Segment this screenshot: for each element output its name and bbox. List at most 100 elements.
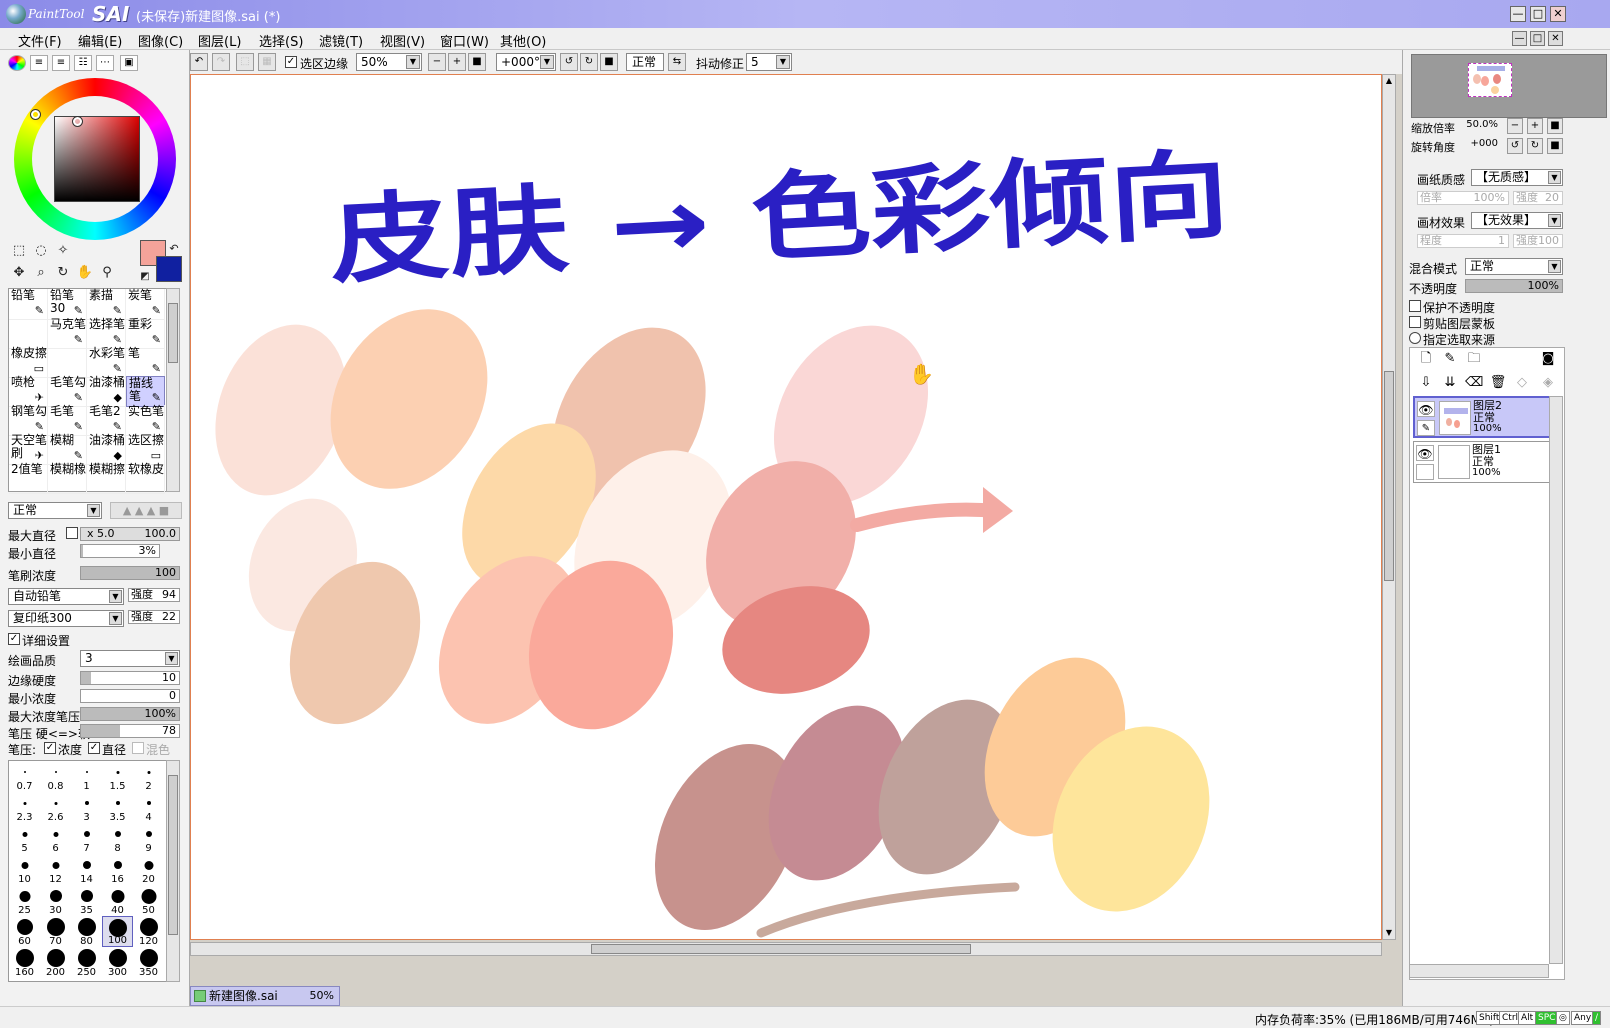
brush-size-preset[interactable]: 20 [133,854,164,885]
brush-slot[interactable]: 橡皮擦 ▭ [9,347,48,378]
undo-icon[interactable]: ↶ [190,53,208,71]
brush-slot[interactable]: 软橡皮 [126,463,165,494]
menu-image[interactable]: 图像(C) [138,31,183,50]
stabilizer-select[interactable]: 5 ▼ [746,53,792,71]
brush-size-preset[interactable]: 350 [133,947,164,978]
texture-strength-slider[interactable]: 强度 22 [128,610,180,624]
rotate-left-icon[interactable]: ↺ [560,53,578,71]
transfer-down-icon[interactable]: ⇩ [1417,374,1435,392]
minimize-button[interactable]: — [1510,6,1526,22]
quality-select[interactable]: 3 ▼ [80,650,180,667]
brush-size-preset[interactable]: 7 [71,823,102,854]
brush-slot[interactable]: 铅笔 ✎ [9,289,48,320]
invert-select-icon[interactable]: ▦ [258,53,276,71]
brush-size-preset[interactable]: 200 [40,947,71,978]
selection-edge-checkbox[interactable]: ✓ [285,56,297,68]
flip-horizontal-icon[interactable]: ⇆ [668,53,686,71]
canvas-vertical-scrollbar[interactable]: ▲ ▼ [1382,74,1396,940]
rgb-slider-tab-icon[interactable]: ≡ [30,55,48,71]
paper-scale-slider[interactable]: 倍率 100% [1417,191,1509,205]
paper-strength-slider[interactable]: 强度 20 [1513,191,1563,205]
move-icon[interactable]: ✥ [10,264,28,282]
nav-rotate-left-icon[interactable]: ↺ [1507,138,1523,154]
brush-slot[interactable]: 描线笔 ✎ [126,376,165,407]
scroll-up-icon[interactable]: ▲ [1384,76,1394,86]
zoom-select[interactable]: 50% ▼ [356,53,422,71]
view-mode-button[interactable]: 正常 [626,53,664,71]
size-grid-scrollbar[interactable] [166,760,180,982]
brush-size-preset[interactable]: 300 [102,947,133,978]
brush-size-preset[interactable]: 80 [71,916,102,947]
scratchpad-tab-icon[interactable]: ⋯ [96,55,114,71]
brush-size-preset[interactable]: 70 [40,916,71,947]
zoom-icon[interactable]: ⌕ [32,264,50,282]
nav-zoom-in-icon[interactable]: + [1527,118,1543,134]
brush-size-preset[interactable]: 14 [71,854,102,885]
nav-zoom-reset-icon[interactable]: ■ [1547,118,1563,134]
layer-list-hscroll[interactable] [1409,964,1549,978]
nav-rotate-reset-icon[interactable]: ■ [1547,138,1563,154]
brush-slot[interactable]: 模糊橡 [48,463,87,494]
brush-lock-icon[interactable]: ✎ [1417,420,1435,436]
pressure-size-checkbox[interactable]: ✓ [88,742,100,754]
brush-shape-presets[interactable]: ▲ ▲ ▲ ■ [110,502,182,519]
brush-blend-mode-select[interactable]: 正常 ▼ [8,502,102,519]
user-color-tab-icon[interactable]: ▣ [120,55,138,71]
menu-edit[interactable]: 编辑(E) [78,31,122,50]
max-size-slider[interactable]: x 5.0 100.0 [80,527,180,541]
mdi-minimize-button[interactable]: — [1512,31,1527,46]
clear-layer-icon[interactable]: ⌫ [1465,374,1483,392]
selection-source-radio[interactable] [1409,332,1421,344]
preserve-opacity-checkbox[interactable] [1409,300,1421,312]
layer-blend-select[interactable]: 正常 ▼ [1465,258,1563,275]
brush-texture-select[interactable]: 复印纸300 ▼ [8,610,124,627]
menu-layer[interactable]: 图层(L) [198,31,241,50]
color-wheel-tab-icon[interactable] [8,55,26,71]
rotate-icon[interactable]: ↻ [54,264,72,282]
nav-zoom-out-icon[interactable]: − [1507,118,1523,134]
close-button[interactable]: ✕ [1550,6,1566,22]
scroll-down-icon[interactable]: ▼ [1384,928,1394,938]
visibility-eye-icon[interactable]: 👁 [1416,445,1434,461]
brush-slot[interactable]: 实色笔 ✎ [126,405,165,436]
hue-marker[interactable] [30,109,41,120]
brush-size-preset[interactable]: 9 [133,823,164,854]
brush-size-preset[interactable]: 10 [9,854,40,885]
brush-slot[interactable]: 选区擦 ▭ [126,434,165,465]
min-density-slider[interactable]: 0 [80,689,180,703]
menu-view[interactable]: 视图(V) [380,31,425,50]
brush-size-preset[interactable]: 12 [40,854,71,885]
brush-slot[interactable]: 喷枪 ✈ [9,376,48,407]
brush-slot[interactable]: 炭笔 ✎ [126,289,165,320]
hsv-slider-tab-icon[interactable]: ≡ [52,55,70,71]
canvas-horizontal-scrollbar[interactable] [190,942,1382,956]
menu-window[interactable]: 窗口(W) [440,31,489,50]
rotation-select[interactable]: +000° ▼ [496,53,556,71]
brush-slot[interactable]: 重彩 ✎ [126,318,165,349]
saturation-value-square[interactable] [54,116,140,202]
layer-opacity-slider[interactable]: 100% [1465,279,1563,293]
brush-size-preset[interactable]: 3.5 [102,792,133,823]
layer-list-scrollbar[interactable] [1549,396,1563,964]
brush-size-preset[interactable]: 2.6 [40,792,71,823]
effect-select[interactable]: 【无效果】 ▼ [1471,212,1563,229]
brush-size-preset[interactable]: 16 [102,854,133,885]
menu-filter[interactable]: 滤镜(T) [319,31,363,50]
maximize-button[interactable]: □ [1530,6,1546,22]
brush-size-preset[interactable]: 100 [102,916,133,947]
rotate-right-icon[interactable]: ↻ [580,53,598,71]
brush-size-preset[interactable]: 3 [71,792,102,823]
brush-size-preset[interactable]: 5 [9,823,40,854]
shape-strength-slider[interactable]: 强度 94 [128,588,180,602]
layer-row-1[interactable]: 👁 图层1 正常 100% [1413,441,1553,483]
swap-colors-icon[interactable]: ↶ [165,240,183,258]
lasso-icon[interactable]: ◌ [32,242,50,260]
brush-size-preset[interactable]: 4 [133,792,164,823]
brush-size-preset[interactable]: 2 [133,761,164,792]
brush-size-preset[interactable]: 35 [71,885,102,916]
brush-slot[interactable]: 模糊 ✎ [48,434,87,465]
effect-degree-slider[interactable]: 程度 1 [1417,234,1509,248]
brush-size-preset[interactable]: 25 [9,885,40,916]
zoom-out-icon[interactable]: − [428,53,446,71]
layer-row-2[interactable]: 👁 ✎ 图层2 正常 100% [1413,396,1553,438]
